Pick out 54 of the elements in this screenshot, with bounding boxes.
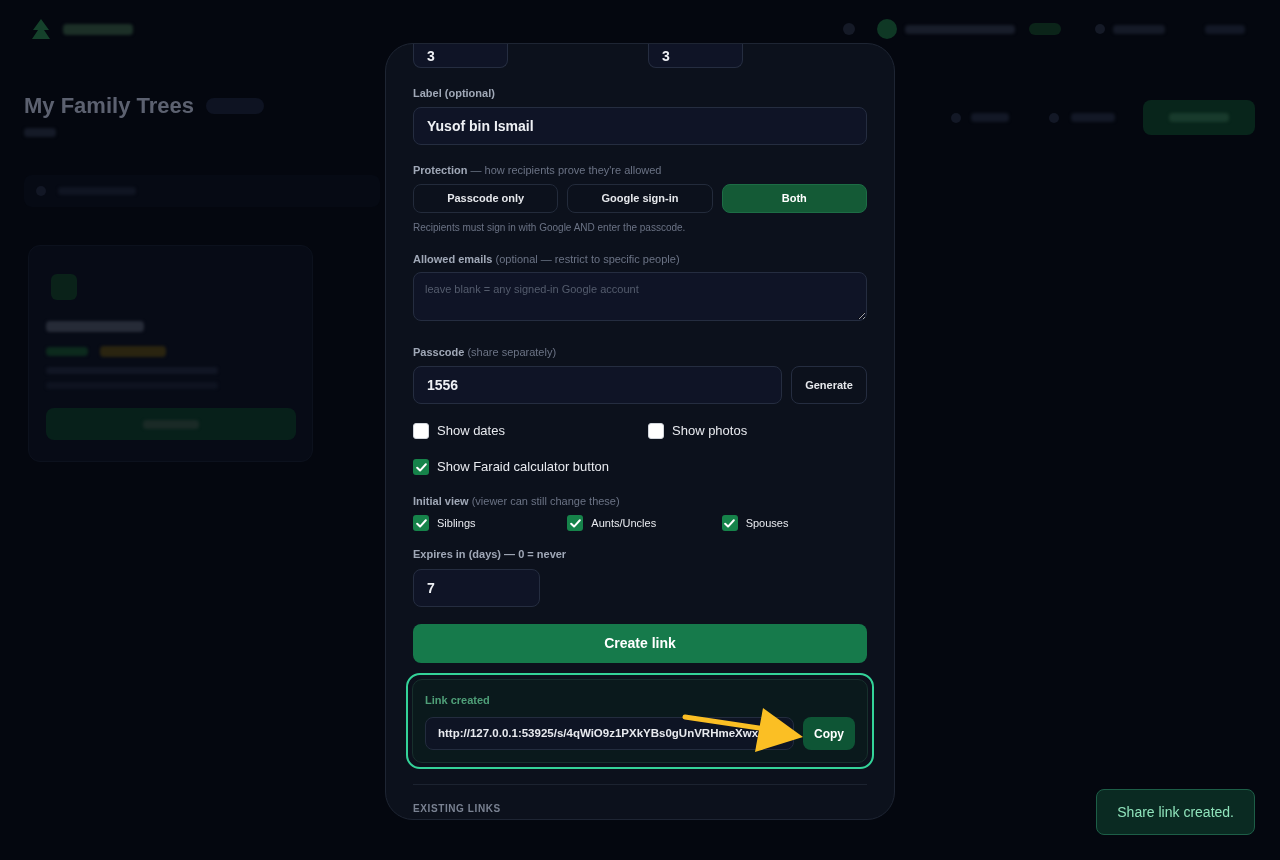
field-label: Expires in (days) — 0 = never <box>413 547 568 561</box>
field-label: Label (optional) <box>413 86 496 100</box>
checkmark-icon <box>724 518 736 528</box>
checkbox[interactable] <box>413 459 429 475</box>
blurred-icon <box>843 23 855 35</box>
blurred-text <box>1071 113 1115 122</box>
tree-logo-icon <box>31 19 51 39</box>
field-label: Allowed emails (optional — restrict to specific people) <box>413 252 681 266</box>
checkbox-label: Siblings <box>437 515 476 531</box>
passcode-field[interactable]: 1556 <box>413 366 782 404</box>
checkbox-label: Aunts/Uncles <box>591 515 657 531</box>
protection-option[interactable]: Google sign-in <box>567 184 713 213</box>
field-label: Initial view (viewer can still change these) <box>413 494 621 508</box>
blurred-icon <box>951 112 961 123</box>
avatar-icon <box>877 19 897 39</box>
generate-button[interactable]: Generate <box>791 366 867 404</box>
checkmark-icon <box>415 518 427 528</box>
copy-button[interactable]: Copy <box>803 717 855 750</box>
checkbox[interactable] <box>413 515 429 531</box>
checkbox-label: Show photos <box>672 422 748 441</box>
checkbox[interactable] <box>567 515 584 531</box>
blurred-tag <box>46 347 88 356</box>
blurred-text <box>971 113 1009 122</box>
checkbox-label: Show Faraid calculator button <box>437 458 609 477</box>
blurred-text <box>24 128 56 137</box>
checkbox[interactable] <box>413 423 429 439</box>
blurred-text <box>1205 24 1245 34</box>
checkmark-icon <box>569 518 581 528</box>
number-field[interactable]: 3 <box>648 44 743 68</box>
label-field[interactable]: Yusof bin Ismail <box>413 107 867 145</box>
page-title: My Family Trees <box>24 92 194 120</box>
blurred-badge <box>1029 23 1061 35</box>
section-heading: EXISTING LINKS <box>413 803 502 815</box>
protection-option[interactable]: Passcode only <box>413 184 559 213</box>
checkbox[interactable] <box>648 423 664 439</box>
expiry-days-field[interactable]: 7 <box>413 569 540 607</box>
blurred-tag <box>100 346 166 357</box>
create-link-button[interactable]: Create link <box>413 624 867 663</box>
field-label: Protection — how recipients prove they're allowed <box>413 163 663 177</box>
blurred-text <box>1113 24 1165 34</box>
checkbox-label: Show dates <box>437 422 505 441</box>
checkmark-icon <box>415 462 427 472</box>
blurred-icon <box>1049 112 1059 123</box>
checkbox-label: Spouses <box>745 515 789 531</box>
blurred-text <box>63 23 133 35</box>
field-label: Passcode (share separately) <box>413 345 558 359</box>
toast-message: Share link created. <box>1096 789 1255 835</box>
blurred-icon <box>1095 24 1105 34</box>
checkbox[interactable] <box>721 515 738 531</box>
emails-field[interactable]: leave blank = any signed-in Google account <box>413 272 867 321</box>
result-label: Link created <box>425 693 491 707</box>
protection-option[interactable]: Both <box>721 184 867 213</box>
hint-text: Recipients must sign in with Google AND enter the passcode. <box>413 221 687 234</box>
number-field[interactable]: 3 <box>413 44 508 68</box>
